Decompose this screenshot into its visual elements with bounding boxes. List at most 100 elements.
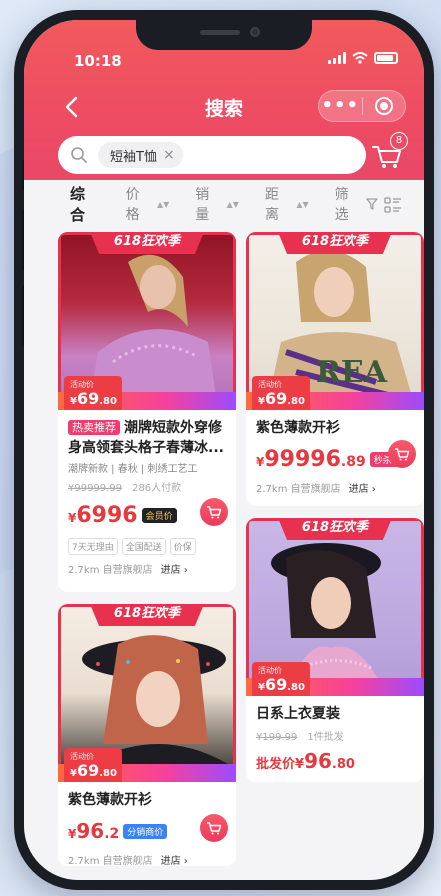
member-price-badge: 会员价 xyxy=(141,507,177,523)
price: ¥99996.89 xyxy=(256,447,366,472)
cart-icon xyxy=(207,822,222,835)
filter-price[interactable]: 价格 ▲▼ xyxy=(126,184,170,224)
event-banner: 618狂欢季 xyxy=(278,518,392,540)
screen: 10:18 搜索 ••• 短袖T恤 × 8 综合 价格 ▲▼ 销量 ▲▼ 距离 … xyxy=(24,20,424,880)
status-time: 10:18 xyxy=(74,52,122,70)
more-button[interactable]: ••• xyxy=(319,91,362,121)
price-value: 96 xyxy=(304,749,332,773)
service-tag: 7天无理由 xyxy=(68,538,118,555)
enter-shop-link[interactable]: 进店 › xyxy=(349,484,376,495)
wholesale-label: 批发价 xyxy=(256,757,296,772)
enter-shop-link[interactable]: 进店 › xyxy=(161,565,188,576)
promo-label: 活动价 xyxy=(258,380,282,389)
filter-comprehensive[interactable]: 综合 xyxy=(70,183,100,225)
product-card[interactable]: REA 618狂欢季 活动价 ¥69.80 紫色薄款开衫 ¥99996.89 秒… xyxy=(246,232,424,506)
service-tag: 全国配送 xyxy=(121,538,166,555)
currency-symbol: ¥ xyxy=(70,396,77,407)
promo-price-decimal: .80 xyxy=(99,396,117,407)
shop-row: 2.7km 自营旗舰店 进店 › xyxy=(68,561,226,576)
shop-distance: 2.7km 自营旗舰店 xyxy=(68,565,153,576)
original-price: ¥199.99 xyxy=(256,732,298,743)
product-title: 紫色薄款开衫 xyxy=(68,792,152,808)
service-tag: 价保 xyxy=(169,538,196,555)
product-info: 紫色薄款开衫 ¥99996.89 秒杀价 2.7km 自营旗舰店 进店 › xyxy=(246,410,424,505)
filter-label: 筛选 xyxy=(334,187,349,223)
product-card[interactable]: 618狂欢季 活动价 ¥69.80 热卖推荐 潮牌短款外穿修身高领套头格子春薄冰.… xyxy=(58,232,236,592)
currency-symbol: ¥ xyxy=(258,396,265,407)
promo-price-tag: 活动价 ¥69.80 xyxy=(252,376,310,410)
product-info: 热卖推荐 潮牌短款外穿修身高领套头格子春薄冰... 潮牌新款 | 春秋 | 刺绣工… xyxy=(58,410,236,586)
currency-symbol: ¥ xyxy=(70,768,77,779)
product-info: 紫色薄款开衫 ¥96.2 分销商价 2.7km 自营旗舰店 进店 › xyxy=(58,782,236,866)
shop-row: 2.7km 自营旗舰店 进店 › xyxy=(68,852,226,866)
phone-frame: 10:18 搜索 ••• 短袖T恤 × 8 综合 价格 ▲▼ 销量 ▲▼ 距离 … xyxy=(14,10,434,890)
original-price-row: ¥199.99 1件批发 xyxy=(256,728,414,743)
front-camera xyxy=(250,27,260,37)
price-value: 96 xyxy=(76,819,105,843)
product-card[interactable]: 618狂欢季 活动价 ¥69.80 紫色薄款开衫 ¥96.2 分销商价 2.7k… xyxy=(58,604,236,866)
enter-shop-link[interactable]: 进店 › xyxy=(161,856,188,866)
promo-price: 69 xyxy=(264,675,288,694)
event-banner: 618狂欢季 xyxy=(90,232,204,254)
price-value: 99996 xyxy=(264,446,341,472)
product-title: 日系上衣夏装 xyxy=(256,706,340,722)
product-title: 热卖推荐 潮牌短款外穿修身高领套头格子春薄冰... xyxy=(68,418,226,458)
event-banner: 618狂欢季 xyxy=(90,604,204,626)
search-bar[interactable]: 短袖T恤 × xyxy=(58,136,366,174)
promo-price-tag: 活动价 ¥69.80 xyxy=(252,662,310,696)
filter-screen[interactable]: 筛选 xyxy=(334,184,379,224)
shop-row: 2.7km 自营旗舰店 进店 › xyxy=(256,480,414,495)
add-to-cart-button[interactable] xyxy=(200,498,228,526)
filter-label: 销量 xyxy=(195,187,210,223)
price-decimal: .89 xyxy=(340,453,366,470)
price-row: ¥99996.89 秒杀价 xyxy=(256,440,416,474)
promo-price-tag: 活动价 ¥69.80 xyxy=(64,748,122,782)
sold-count: 286人付款 xyxy=(132,483,182,494)
promo-price-decimal: .80 xyxy=(99,768,117,779)
battery-icon xyxy=(374,52,398,64)
promo-price: 69 xyxy=(264,389,288,408)
layout-toggle-icon[interactable] xyxy=(384,196,402,214)
promo-price-tag: 活动价 ¥69.80 xyxy=(64,376,122,410)
cart-icon xyxy=(207,506,222,519)
filter-distance[interactable]: 距离 ▲▼ xyxy=(265,184,309,224)
original-price-row: ¥99999.99 286人付款 xyxy=(68,479,226,494)
search-keyword: 短袖T恤 xyxy=(110,149,157,165)
shop-distance: 2.7km 自营旗舰店 xyxy=(256,484,341,495)
promo-price-decimal: .80 xyxy=(287,396,305,407)
promo-label: 活动价 xyxy=(258,666,282,675)
wholesale-quantity: 1件批发 xyxy=(307,732,344,743)
product-info: 日系上衣夏装 ¥199.99 1件批发 批发价¥96.80 xyxy=(246,696,424,782)
cart-count-badge: 8 xyxy=(390,132,408,150)
funnel-icon xyxy=(366,198,379,210)
product-image: 618狂欢季 活动价 ¥69.80 xyxy=(58,604,236,782)
clear-keyword-icon[interactable]: × xyxy=(163,147,175,163)
hot-tag: 热卖推荐 xyxy=(68,420,120,435)
price-row: ¥6996 会员价 xyxy=(68,498,228,530)
currency-symbol: ¥ xyxy=(258,682,265,693)
original-price: ¥99999.99 xyxy=(68,483,123,494)
promo-label: 活动价 xyxy=(70,380,94,389)
close-mini-program-button[interactable] xyxy=(363,97,406,115)
cart-icon xyxy=(395,448,410,461)
product-image: 618狂欢季 活动价 ¥69.80 xyxy=(58,232,236,410)
product-title: 紫色薄款开衫 xyxy=(256,420,340,436)
sort-icon: ▲▼ xyxy=(296,199,309,209)
cart-button[interactable]: 8 xyxy=(370,132,408,172)
price-decimal: .2 xyxy=(104,826,120,842)
promo-price: 69 xyxy=(76,389,100,408)
service-tags: 7天无理由 全国配送 价保 xyxy=(68,538,226,555)
add-to-cart-button[interactable] xyxy=(200,814,228,842)
signal-icon xyxy=(328,52,346,64)
event-banner: 618狂欢季 xyxy=(278,232,392,254)
add-to-cart-button[interactable] xyxy=(388,440,416,468)
search-keyword-chip[interactable]: 短袖T恤 × xyxy=(98,142,183,168)
speaker xyxy=(200,30,240,35)
filter-label: 价格 xyxy=(125,187,140,223)
product-card[interactable]: 618狂欢季 活动价 ¥69.80 日系上衣夏装 ¥199.99 1件批发 批发价… xyxy=(246,518,424,782)
filter-label: 综合 xyxy=(70,185,86,224)
product-column-left: 618狂欢季 活动价 ¥69.80 热卖推荐 潮牌短款外穿修身高领套头格子春薄冰.… xyxy=(58,232,236,878)
price-decimal: .80 xyxy=(331,757,355,772)
sort-icon: ▲▼ xyxy=(156,199,170,209)
filter-sales[interactable]: 销量 ▲▼ xyxy=(195,184,239,224)
